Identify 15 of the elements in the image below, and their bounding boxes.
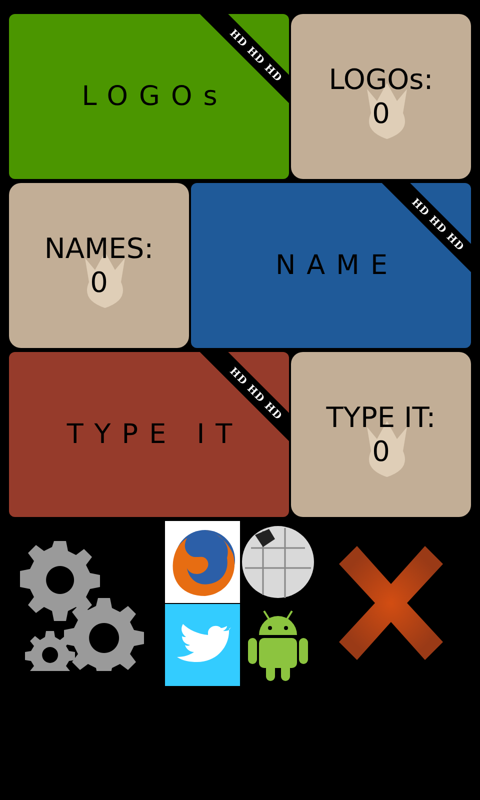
- mode-tile[interactable]: LOGOs HD HD HD: [9, 14, 289, 179]
- ribbon-text: HD HD HD: [410, 196, 466, 254]
- score-value: 0: [372, 434, 390, 468]
- browser-app-button[interactable]: [165, 520, 240, 602]
- close-button[interactable]: [339, 546, 443, 660]
- score-label: LOGOs:: [328, 62, 434, 96]
- mode-tile[interactable]: TYPE IT HD HD HD: [9, 352, 289, 517]
- score-label: TYPE IT:: [326, 400, 436, 434]
- score-value: 0: [90, 266, 108, 300]
- mode-tile[interactable]: NAME HD HD HD: [191, 183, 471, 348]
- close-icon: [339, 546, 443, 660]
- ribbon-text: HD HD HD: [228, 28, 284, 84]
- score-value: 0: [372, 96, 390, 130]
- ribbon-text: HD HD HD: [228, 366, 284, 422]
- score-label: NAMES:: [44, 232, 154, 266]
